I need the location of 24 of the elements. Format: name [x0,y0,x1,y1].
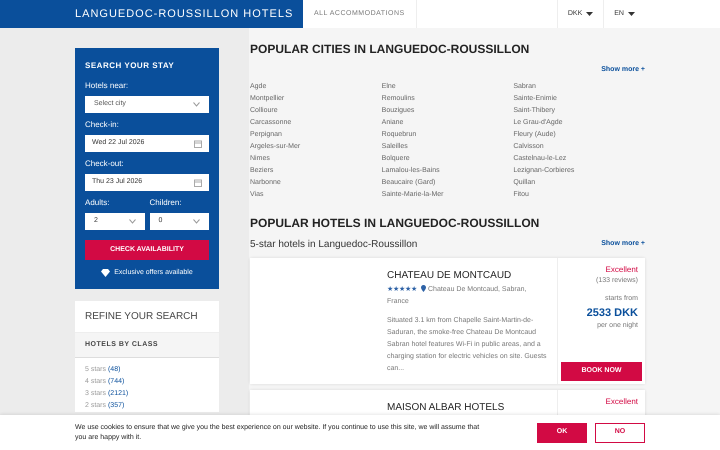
chevron-icon [193,102,200,107]
price: 2533 DKK [586,306,639,320]
field-label: Check-out: [85,158,125,170]
field-label: Adults: [85,197,110,209]
calendar-icon [194,140,202,148]
rating-text: Excellent [606,396,639,408]
caret-icon [628,12,635,16]
field-label: Check-in: [85,119,120,131]
calendar-icon [194,178,202,186]
panel-title: SEARCH YOUR STAY [85,60,176,72]
chevron-icon [193,219,200,224]
brand-logo[interactable]: LANGUEDOC-ROUSSILLON HOTELS [0,0,303,28]
chevron-icon [128,219,136,224]
caret-icon [586,12,594,16]
section-title: POPULAR CITIES IN LANGUEDOC-ROUSSILLON [250,41,530,58]
location-pin-icon [421,285,426,292]
section-subtitle: 5-star hotels in Languedoc-Roussillon [250,238,418,252]
hotel-name[interactable]: MAISON ALBAR HOTELS [387,400,547,414]
section-title: POPULAR HOTELS IN LANGUEDOC-ROUSSILLON [250,214,540,232]
hotel-name[interactable]: CHATEAU DE MONTCAUD [387,268,547,282]
field-label: Hotels near: [85,80,130,92]
diamond-icon [101,269,110,278]
field-label: Children: [150,197,183,209]
rating-text: Excellent [606,264,639,276]
